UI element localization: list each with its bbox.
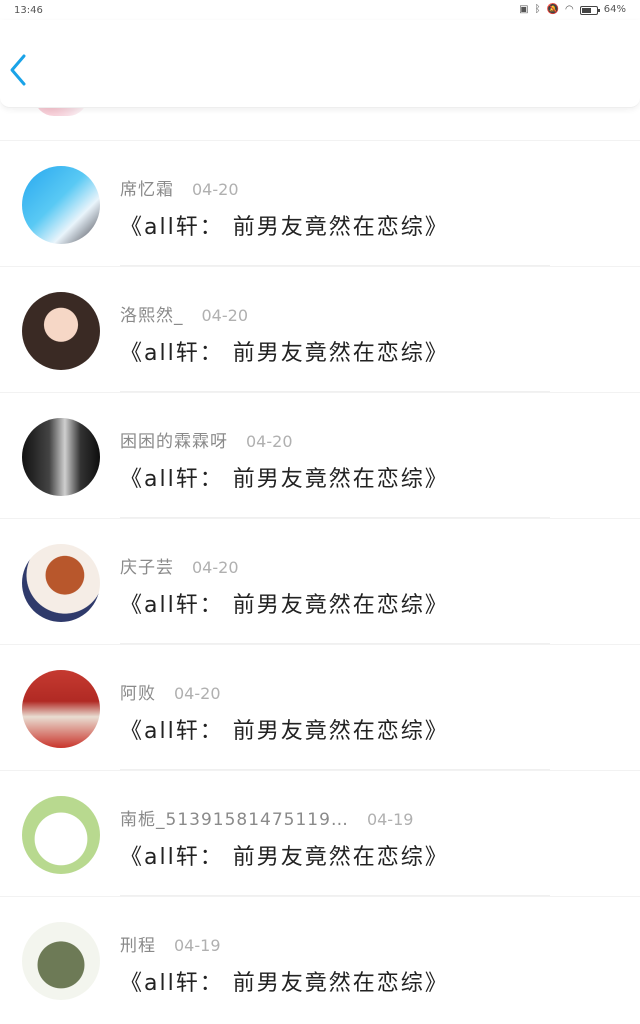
comment-date: 04-20 bbox=[246, 432, 293, 451]
comment-text: 《all轩： 前男友竟然在恋综》 bbox=[120, 593, 449, 618]
wifi-icon: ◠ bbox=[565, 4, 574, 15]
comment-date: 04-20 bbox=[201, 306, 249, 325]
back-button[interactable] bbox=[6, 52, 30, 88]
comment-text: 《all轩： 前男友竟然在恋综》 bbox=[120, 719, 449, 744]
avatar[interactable] bbox=[22, 166, 100, 244]
comment-meta: 庆子芸 04-20 bbox=[120, 553, 239, 578]
avatar[interactable] bbox=[22, 922, 100, 1000]
list-item[interactable]: 阿败 04-20 《all轩： 前男友竟然在恋综》 bbox=[0, 644, 640, 770]
list-item[interactable]: 席忆霜 04-20 《all轩： 前男友竟然在恋综》 bbox=[0, 140, 640, 266]
list-item[interactable]: 庆子芸 04-20 《all轩： 前男友竟然在恋综》 bbox=[0, 518, 640, 644]
chevron-left-icon bbox=[10, 54, 26, 86]
comment-meta: 席忆霜 04-20 bbox=[120, 175, 239, 200]
comment-list: 席忆霜 04-20 《all轩： 前男友竟然在恋综》 洛熙然_ 04-20 《a… bbox=[0, 140, 640, 1022]
top-navigation-bar bbox=[0, 20, 640, 108]
comment-text: 《all轩： 前男友竟然在恋综》 bbox=[120, 341, 449, 366]
list-item[interactable]: 困困的霖霖呀 04-20 《all轩： 前男友竟然在恋综》 bbox=[0, 392, 640, 518]
bluetooth-icon: ᛒ bbox=[534, 4, 541, 15]
list-item[interactable]: 洛熙然_ 04-20 《all轩： 前男友竟然在恋综》 bbox=[0, 266, 640, 392]
comment-text: 《all轩： 前男友竟然在恋综》 bbox=[120, 845, 449, 870]
username[interactable]: 阿败 bbox=[120, 679, 156, 704]
username[interactable]: 庆子芸 bbox=[120, 553, 174, 578]
vibrate-icon: ▣ bbox=[519, 4, 529, 15]
list-item[interactable]: 南栀_51391581475119… 04-19 《all轩： 前男友竟然在恋综… bbox=[0, 770, 640, 896]
avatar[interactable] bbox=[22, 418, 100, 496]
username[interactable]: 刑程 bbox=[120, 931, 156, 956]
comment-date: 04-20 bbox=[192, 558, 239, 577]
comment-meta: 刑程 04-19 bbox=[120, 931, 221, 956]
mute-icon: 🔕 bbox=[546, 4, 560, 15]
comment-text: 《all轩： 前男友竟然在恋综》 bbox=[120, 467, 449, 492]
username[interactable]: 席忆霜 bbox=[120, 175, 174, 200]
comment-text: 《all轩： 前男友竟然在恋综》 bbox=[120, 971, 449, 996]
comment-date: 04-19 bbox=[174, 936, 221, 955]
username[interactable]: 洛熙然_ bbox=[120, 301, 184, 326]
username[interactable]: 困困的霖霖呀 bbox=[120, 427, 228, 452]
comment-meta: 洛熙然_ 04-20 bbox=[120, 301, 248, 326]
avatar[interactable] bbox=[22, 670, 100, 748]
comment-date: 04-19 bbox=[366, 810, 414, 829]
username[interactable]: 南栀_51391581475119… bbox=[120, 805, 349, 830]
comment-meta: 困困的霖霖呀 04-20 bbox=[120, 427, 293, 452]
list-item[interactable]: 刑程 04-19 《all轩： 前男友竟然在恋综》 bbox=[0, 896, 640, 1022]
comment-meta: 南栀_51391581475119… 04-19 bbox=[120, 805, 413, 830]
status-bar: 13:46 ▣ ᛒ 🔕 ◠ 64% bbox=[0, 0, 640, 20]
comment-meta: 阿败 04-20 bbox=[120, 679, 221, 704]
comment-date: 04-20 bbox=[174, 684, 221, 703]
status-time: 13:46 bbox=[14, 4, 43, 16]
avatar[interactable] bbox=[22, 796, 100, 874]
comment-date: 04-20 bbox=[192, 180, 239, 199]
status-icons: ▣ ᛒ 🔕 ◠ 64% bbox=[519, 5, 626, 15]
battery-icon bbox=[579, 5, 600, 15]
battery-percent: 64% bbox=[603, 4, 626, 15]
avatar[interactable] bbox=[22, 292, 100, 370]
comment-text: 《all轩： 前男友竟然在恋综》 bbox=[120, 215, 449, 240]
avatar[interactable] bbox=[22, 544, 100, 622]
